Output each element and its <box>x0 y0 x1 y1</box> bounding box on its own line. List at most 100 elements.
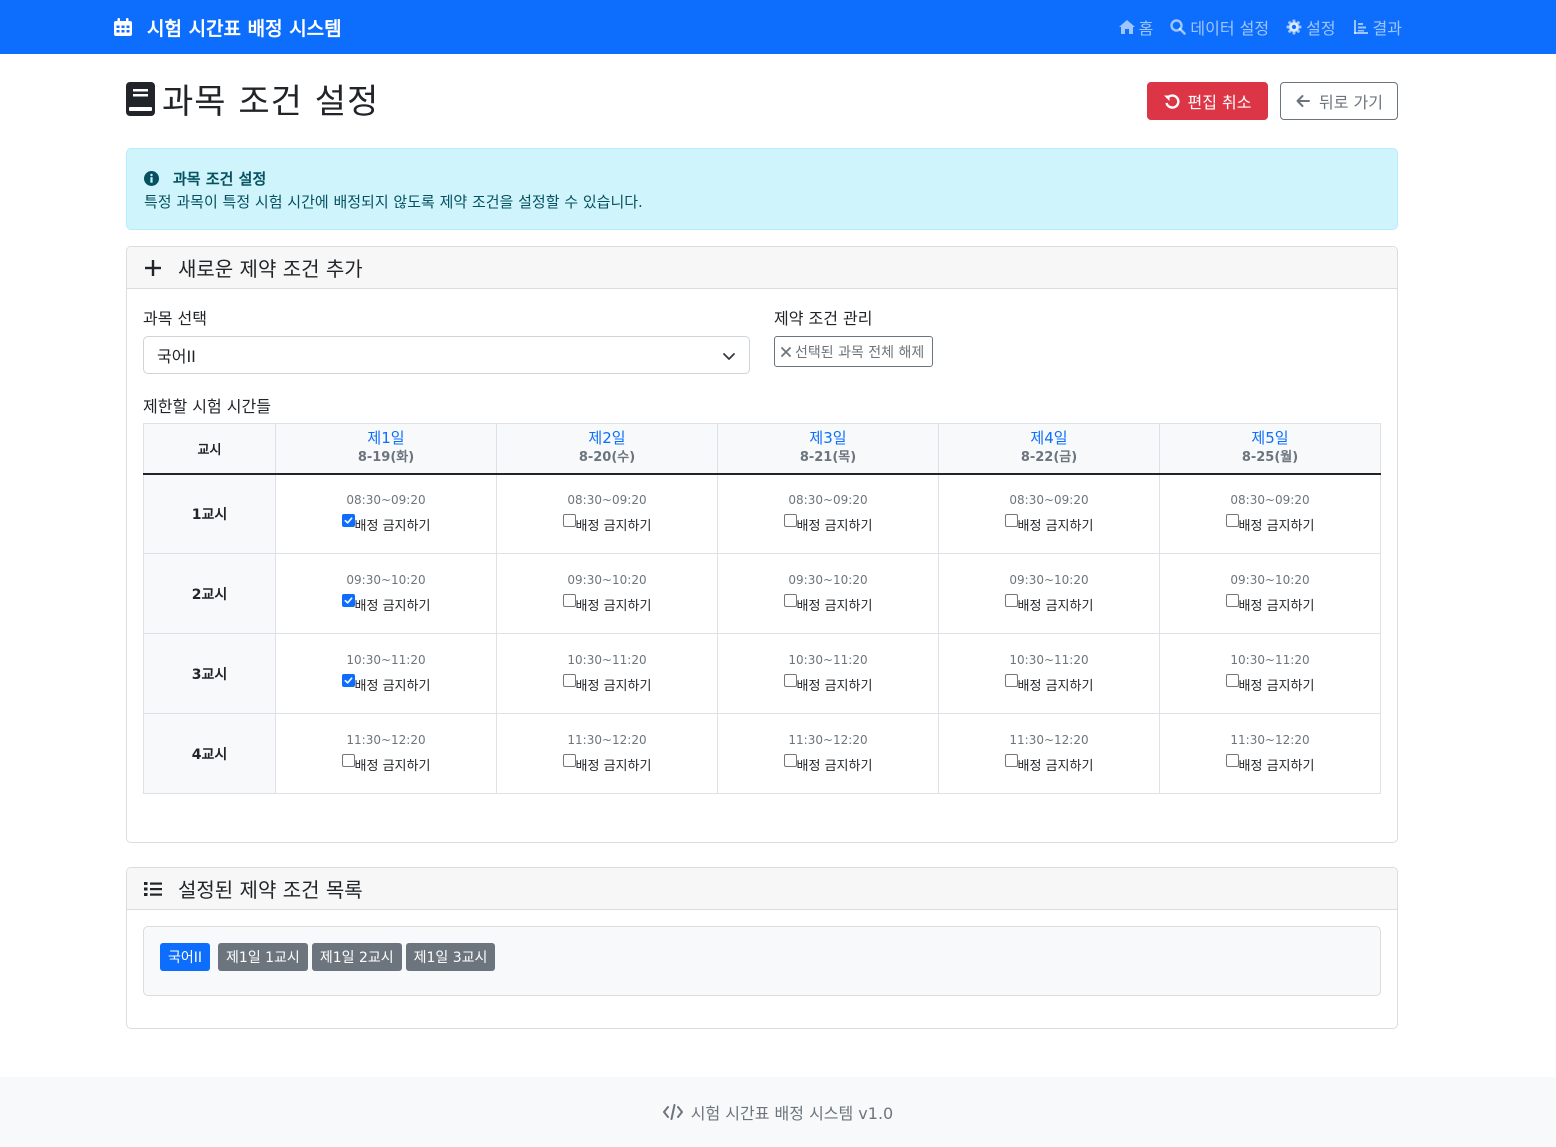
block-checkbox-label[interactable]: 배정 금지하기 <box>1004 594 1094 614</box>
day-date: 8-21(목) <box>799 450 857 466</box>
time-slot-cell: 09:30~10:20 배정 금지하기 <box>275 553 497 634</box>
slot-time: 08:30~09:20 <box>1009 493 1089 508</box>
block-checkbox-label[interactable]: 배정 금지하기 <box>341 754 430 774</box>
block-checkbox[interactable] <box>1004 754 1018 767</box>
slot-time: 08:30~09:20 <box>788 493 868 508</box>
time-slot-cell: 09:30~10:20 배정 금지하기 <box>496 553 718 634</box>
nav-data-settings[interactable]: 데이터 설정 <box>1169 15 1269 39</box>
slot-time: 08:30~09:20 <box>346 493 426 508</box>
day-name: 제3일 <box>809 429 847 448</box>
back-button[interactable]: 뒤로 가기 <box>1280 82 1398 120</box>
nav-settings[interactable]: 설정 <box>1285 15 1336 39</box>
period-row: 4교시 11:30~12:20 배정 금지하기 11:30~12:20 배정 금지하기 1… <box>143 713 1381 794</box>
subject-select-label: 과목 선택 <box>143 309 207 328</box>
block-checkbox-label[interactable]: 배정 금지하기 <box>1004 674 1093 694</box>
block-checkbox-label[interactable]: 배정 금지하기 <box>1004 514 1094 535</box>
cancel-edit-button[interactable]: 편집 취소 <box>1147 82 1268 120</box>
block-checkbox[interactable] <box>341 754 355 767</box>
block-checkbox[interactable] <box>1225 514 1239 528</box>
block-checkbox-text: 배정 금지하기 <box>1017 599 1094 614</box>
page-title-text: 과목 조건 설정 <box>162 82 380 122</box>
code-icon <box>662 1104 683 1120</box>
day-header: 제5일 8-25(월) <box>1159 423 1381 475</box>
block-checkbox-label[interactable]: 배정 금지하기 <box>341 514 430 534</box>
constraint-list-box: 국어II 제1일 1교시 제1일 2교시 제1일 3교시 <box>143 926 1381 996</box>
block-checkbox[interactable] <box>562 594 576 607</box>
block-checkbox-label[interactable]: 배정 금지하기 <box>1004 754 1093 774</box>
block-checkbox-label[interactable]: 배정 금지하기 <box>562 514 651 534</box>
nav-menu: 홈 데이터 설정 설정 결과 <box>1102 0 1402 54</box>
block-checkbox[interactable] <box>1004 594 1018 607</box>
slot-time: 09:30~10:20 <box>788 573 868 587</box>
block-checkbox[interactable] <box>1225 754 1239 767</box>
times-label: 제한할 시험 시간들 <box>143 397 271 416</box>
day-name: 제2일 <box>588 429 626 448</box>
manage-label: 제약 조건 관리 <box>774 309 873 328</box>
slot-time: 10:30~11:20 <box>1230 653 1310 667</box>
brand[interactable]: 시험 시간표 배정 시스템 <box>113 0 342 54</box>
period-label: 3교시 <box>143 633 276 714</box>
block-checkbox[interactable] <box>1225 594 1239 607</box>
block-checkbox-text: 배정 금지하기 <box>575 679 652 694</box>
nav-home[interactable]: 홈 <box>1118 15 1153 39</box>
block-checkbox[interactable] <box>562 674 576 687</box>
subject-select-value: 국어II <box>157 347 196 366</box>
block-checkbox-label[interactable]: 배정 금지하기 <box>1225 514 1314 534</box>
block-checkbox-checked[interactable] <box>341 594 355 607</box>
info-alert: 과목 조건 설정 특정 과목이 특정 시험 시간에 배정되지 않도록 제약 조건… <box>126 148 1398 230</box>
block-checkbox-text: 배정 금지하기 <box>1238 679 1315 694</box>
block-checkbox[interactable] <box>1004 514 1018 528</box>
nav-results[interactable]: 결과 <box>1352 15 1402 39</box>
nav-data-settings-label: 데이터 설정 <box>1190 19 1270 38</box>
block-checkbox[interactable] <box>1225 674 1239 687</box>
slot-time: 11:30~12:20 <box>788 733 868 747</box>
constraint-badge: 제1일 1교시 <box>218 943 308 971</box>
block-checkbox-text: 배정 금지하기 <box>796 599 873 614</box>
chart-icon <box>1353 20 1368 34</box>
slot-time: 09:30~10:20 <box>1009 573 1089 587</box>
period-label: 1교시 <box>143 473 276 554</box>
add-constraint-header: 새로운 제약 조건 추가 <box>127 247 1397 289</box>
block-checkbox-label[interactable]: 배정 금지하기 <box>1225 674 1315 694</box>
block-checkbox-label[interactable]: 배정 금지하기 <box>562 674 652 694</box>
block-checkbox-checked[interactable] <box>341 514 355 528</box>
period-row: 3교시 10:30~11:20 배정 금지하기 10:30~11:20 배정 금지하기 1… <box>143 633 1381 714</box>
block-checkbox-label[interactable]: 배정 금지하기 <box>1225 754 1314 774</box>
plus-icon <box>145 259 161 276</box>
block-checkbox-label[interactable]: 배정 금지하기 <box>783 514 872 534</box>
constraint-list-title: 설정된 제약 조건 목록 <box>178 878 363 902</box>
block-checkbox-label[interactable]: 배정 금지하기 <box>783 594 873 614</box>
arrow-left-icon <box>1296 95 1311 107</box>
block-checkbox[interactable] <box>562 754 576 767</box>
check-icon <box>344 677 353 684</box>
block-checkbox-checked[interactable] <box>341 674 355 687</box>
block-checkbox-label[interactable]: 배정 금지하기 <box>562 754 651 774</box>
time-slot-cell: 10:30~11:20 배정 금지하기 <box>938 633 1160 714</box>
home-icon <box>1118 20 1135 34</box>
block-checkbox[interactable] <box>562 514 576 528</box>
block-checkbox-label[interactable]: 배정 금지하기 <box>1225 594 1314 614</box>
block-checkbox[interactable] <box>783 594 797 607</box>
block-checkbox-label[interactable]: 배정 금지하기 <box>562 594 651 614</box>
block-checkbox-label[interactable]: 배정 금지하기 <box>341 674 430 694</box>
block-checkbox-text: 배정 금지하기 <box>1017 519 1094 535</box>
slot-time: 11:30~12:20 <box>1009 733 1089 747</box>
time-grid: 교시 제1일 8-19(화) 제2일 8-20(수) 제3일 8-21(목) 제4일 8… <box>143 423 1381 794</box>
slot-time: 11:30~12:20 <box>346 733 426 747</box>
block-checkbox[interactable] <box>783 674 797 687</box>
add-constraint-card: 새로운 제약 조건 추가 과목 선택 국어II 제약 조건 관리 선택된 과목 … <box>126 246 1398 843</box>
block-checkbox[interactable] <box>1004 674 1018 687</box>
subject-select[interactable]: 국어II <box>143 336 750 374</box>
time-slot-cell: 10:30~11:20 배정 금지하기 <box>496 633 718 714</box>
block-checkbox-label[interactable]: 배정 금지하기 <box>341 594 430 614</box>
footer-text: 시험 시간표 배정 시스템 v1.0 <box>690 1104 894 1123</box>
time-slot-cell: 11:30~12:20 배정 금지하기 <box>938 713 1160 794</box>
block-checkbox-label[interactable]: 배정 금지하기 <box>783 754 873 774</box>
block-checkbox-label[interactable]: 배정 금지하기 <box>783 674 872 694</box>
slot-time: 08:30~09:20 <box>1230 493 1310 508</box>
block-checkbox[interactable] <box>783 754 797 767</box>
block-checkbox-text: 배정 금지하기 <box>796 759 873 774</box>
clear-all-button[interactable]: 선택된 과목 전체 해제 <box>774 336 934 367</box>
time-slot-cell: 10:30~11:20 배정 금지하기 <box>275 633 497 714</box>
block-checkbox[interactable] <box>783 514 797 528</box>
